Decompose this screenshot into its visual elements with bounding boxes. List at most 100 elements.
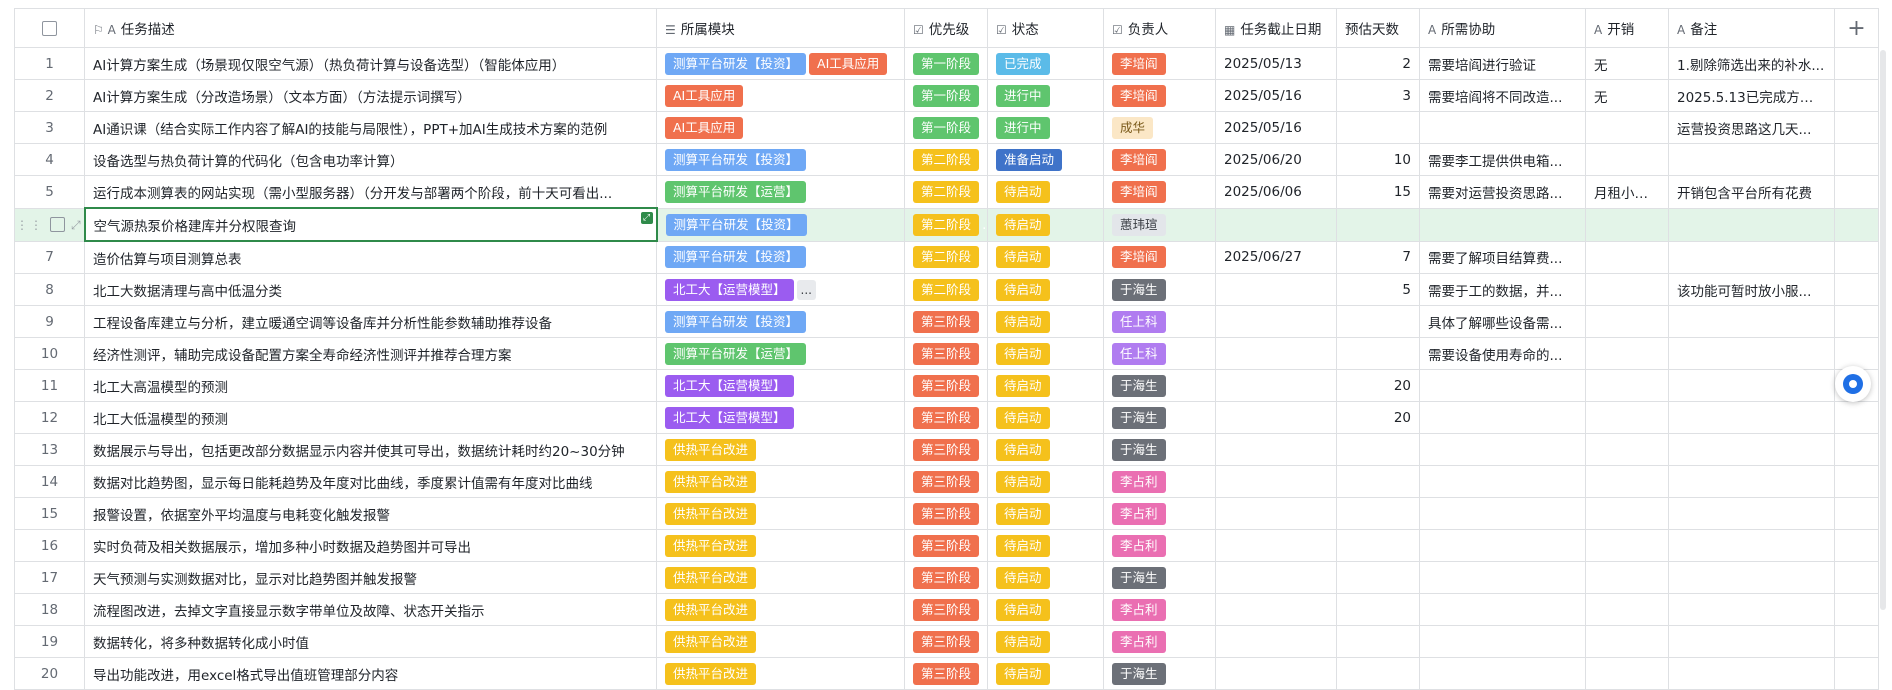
note-cell[interactable]: 开销包含平台所有花费: [1668, 175, 1835, 209]
tag[interactable]: 李占利: [1112, 534, 1166, 557]
deadline-cell[interactable]: 2025/06/27: [1215, 240, 1337, 274]
table-row[interactable]: 13 数据展示与导出，包括更改部分数据显示内容并使其可导出，数据统计耗时约20~3…: [14, 433, 1879, 466]
days-cell[interactable]: 2: [1336, 47, 1420, 80]
cost-cell[interactable]: [1585, 337, 1669, 370]
note-cell[interactable]: [1668, 401, 1835, 434]
priority-cell[interactable]: 第二阶段: [904, 143, 988, 176]
table-row[interactable]: 16 实时负荷及相关数据展示，增加多种小时数据及趋势图并可导出 供热平台改进 第三阶段…: [14, 529, 1879, 562]
select-all-checkbox[interactable]: [42, 20, 57, 36]
owner-cell[interactable]: 成华: [1103, 111, 1216, 144]
cost-cell[interactable]: [1585, 433, 1669, 466]
priority-cell[interactable]: 第三阶段: [904, 657, 988, 690]
owner-cell[interactable]: 李培阎: [1103, 240, 1216, 274]
cost-cell[interactable]: [1585, 111, 1669, 144]
tag[interactable]: 李占利: [1112, 502, 1166, 525]
task-desc-cell[interactable]: 数据展示与导出，包括更改部分数据显示内容并使其可导出，数据统计耗时约20~30分…: [84, 433, 657, 466]
module-cell[interactable]: 测算平台研发【投资】 AI工具应用: [656, 47, 905, 80]
column-header-days[interactable]: 预估天数: [1336, 8, 1420, 48]
row-index-cell[interactable]: 17: [14, 561, 85, 594]
tag[interactable]: 待启动: [996, 180, 1050, 203]
assist-cell[interactable]: [1419, 369, 1586, 402]
cost-cell[interactable]: 月租小于...: [1585, 175, 1669, 209]
tag[interactable]: 第二阶段: [913, 246, 980, 269]
table-row[interactable]: 11 北工大高温模型的预测 北工大【运营模型】 第三阶段 待启动 于海生 20: [14, 369, 1879, 402]
task-desc-cell[interactable]: 实时负荷及相关数据展示，增加多种小时数据及趋势图并可导出: [84, 529, 657, 562]
note-cell[interactable]: [1668, 369, 1835, 402]
module-cell[interactable]: 北工大【运营模型】: [656, 401, 905, 434]
table-row[interactable]: 15 报警设置，依据室外平均温度与电耗变化触发报警 供热平台改进 第三阶段 待启动 李占利: [14, 497, 1879, 530]
task-desc-cell[interactable]: 报警设置，依据室外平均温度与电耗变化触发报警: [84, 497, 657, 530]
assist-cell[interactable]: [1419, 111, 1586, 144]
tag[interactable]: 待启动: [996, 213, 1050, 236]
note-cell[interactable]: [1668, 625, 1835, 658]
cost-cell[interactable]: [1585, 625, 1669, 658]
tag[interactable]: 供热平台改进: [665, 534, 757, 557]
deadline-cell[interactable]: 2025/05/13: [1215, 47, 1337, 80]
tag[interactable]: 第二阶段: [913, 148, 980, 171]
tag[interactable]: 待启动: [996, 534, 1050, 557]
tag[interactable]: 于海生: [1112, 438, 1166, 461]
tag[interactable]: 待启动: [996, 438, 1050, 461]
status-cell[interactable]: 待启动: [987, 497, 1104, 530]
status-cell[interactable]: 已完成: [987, 47, 1104, 80]
tag[interactable]: 测算平台研发【投资】: [665, 52, 807, 75]
row-index-cell[interactable]: 5: [14, 175, 85, 209]
status-cell[interactable]: 待启动: [987, 369, 1104, 402]
tag[interactable]: 第三阶段: [913, 406, 980, 429]
task-desc-cell[interactable]: AI通识课（结合实际工作内容了解AI的技能与局限性），PPT+加AI生成技术方案…: [84, 111, 657, 144]
owner-cell[interactable]: 蕙玮瑄: [1103, 207, 1216, 242]
status-cell[interactable]: 待启动: [987, 337, 1104, 370]
owner-cell[interactable]: 任上科: [1103, 337, 1216, 370]
tag[interactable]: 第一阶段: [913, 52, 980, 75]
module-cell[interactable]: 北工大【运营模型】: [656, 369, 905, 402]
column-header-assist[interactable]: A 所需协助: [1419, 8, 1586, 48]
days-cell[interactable]: [1336, 111, 1420, 144]
days-cell[interactable]: 20: [1336, 369, 1420, 402]
task-desc-cell[interactable]: 导出功能改进，用excel格式导出值班管理部分内容: [84, 657, 657, 690]
days-cell[interactable]: [1336, 497, 1420, 530]
priority-cell[interactable]: 第三阶段: [904, 465, 988, 498]
tag[interactable]: 待启动: [996, 566, 1050, 589]
deadline-cell[interactable]: [1215, 593, 1337, 626]
tag[interactable]: AI工具应用: [665, 84, 744, 107]
assist-cell[interactable]: 需要于工的数据，并...: [1419, 273, 1586, 306]
cost-cell[interactable]: [1585, 529, 1669, 562]
module-cell[interactable]: 供热平台改进: [656, 657, 905, 690]
owner-cell[interactable]: 李占利: [1103, 529, 1216, 562]
expand-cell-icon[interactable]: ⤢: [640, 212, 653, 224]
tag[interactable]: 供热平台改进: [665, 502, 757, 525]
table-row[interactable]: 10 经济性测评，辅助完成设备配置方案全寿命经济性测评并推荐合理方案 测算平台研发【…: [14, 337, 1879, 370]
owner-cell[interactable]: 李占利: [1103, 625, 1216, 658]
tag[interactable]: 李占利: [1112, 598, 1166, 621]
module-cell[interactable]: 测算平台研发【投资】: [656, 305, 905, 338]
tag[interactable]: 第三阶段: [913, 534, 980, 557]
row-index-cell[interactable]: 10: [14, 337, 85, 370]
tag[interactable]: 第三阶段: [913, 310, 980, 333]
tag[interactable]: 第三阶段: [913, 598, 980, 621]
cost-cell[interactable]: [1585, 207, 1669, 242]
note-cell[interactable]: 该功能可暂时放小服...: [1668, 273, 1835, 306]
deadline-cell[interactable]: 2025/06/06: [1215, 175, 1337, 209]
row-index-cell[interactable]: 15: [14, 497, 85, 530]
row-index-cell[interactable]: 11: [14, 369, 85, 402]
priority-cell[interactable]: 第一阶段: [904, 111, 988, 144]
task-desc-cell[interactable]: 工程设备库建立与分析，建立暖通空调等设备库并分析性能参数辅助推荐设备: [84, 305, 657, 338]
task-desc-cell[interactable]: 流程图改进，去掉文字直接显示数字带单位及故障、状态开关指示: [84, 593, 657, 626]
row-index-cell[interactable]: 4: [14, 143, 85, 176]
tag[interactable]: 李占利: [1112, 630, 1166, 653]
assist-cell[interactable]: 需要对运营投资思路...: [1419, 175, 1586, 209]
assist-cell[interactable]: 需要培阎将不同改造...: [1419, 79, 1586, 112]
task-desc-cell[interactable]: 空气源热泵价格建库并分权限查询 ⤢: [83, 207, 658, 242]
note-cell[interactable]: [1668, 593, 1835, 626]
tag[interactable]: 蕙玮瑄: [1112, 213, 1166, 236]
tag[interactable]: 于海生: [1112, 662, 1166, 685]
status-cell[interactable]: 待启动: [987, 657, 1104, 690]
priority-cell[interactable]: 第二阶段: [904, 175, 988, 209]
table-row[interactable]: 18 流程图改进，去掉文字直接显示数字带单位及故障、状态开关指示 供热平台改进 第三阶…: [14, 593, 1879, 626]
tag[interactable]: 李培阎: [1112, 180, 1166, 203]
assist-cell[interactable]: [1419, 401, 1586, 434]
note-cell[interactable]: [1668, 337, 1835, 370]
row-index-cell[interactable]: 3: [14, 111, 85, 144]
tag[interactable]: 成华: [1112, 116, 1154, 139]
note-cell[interactable]: [1668, 529, 1835, 562]
